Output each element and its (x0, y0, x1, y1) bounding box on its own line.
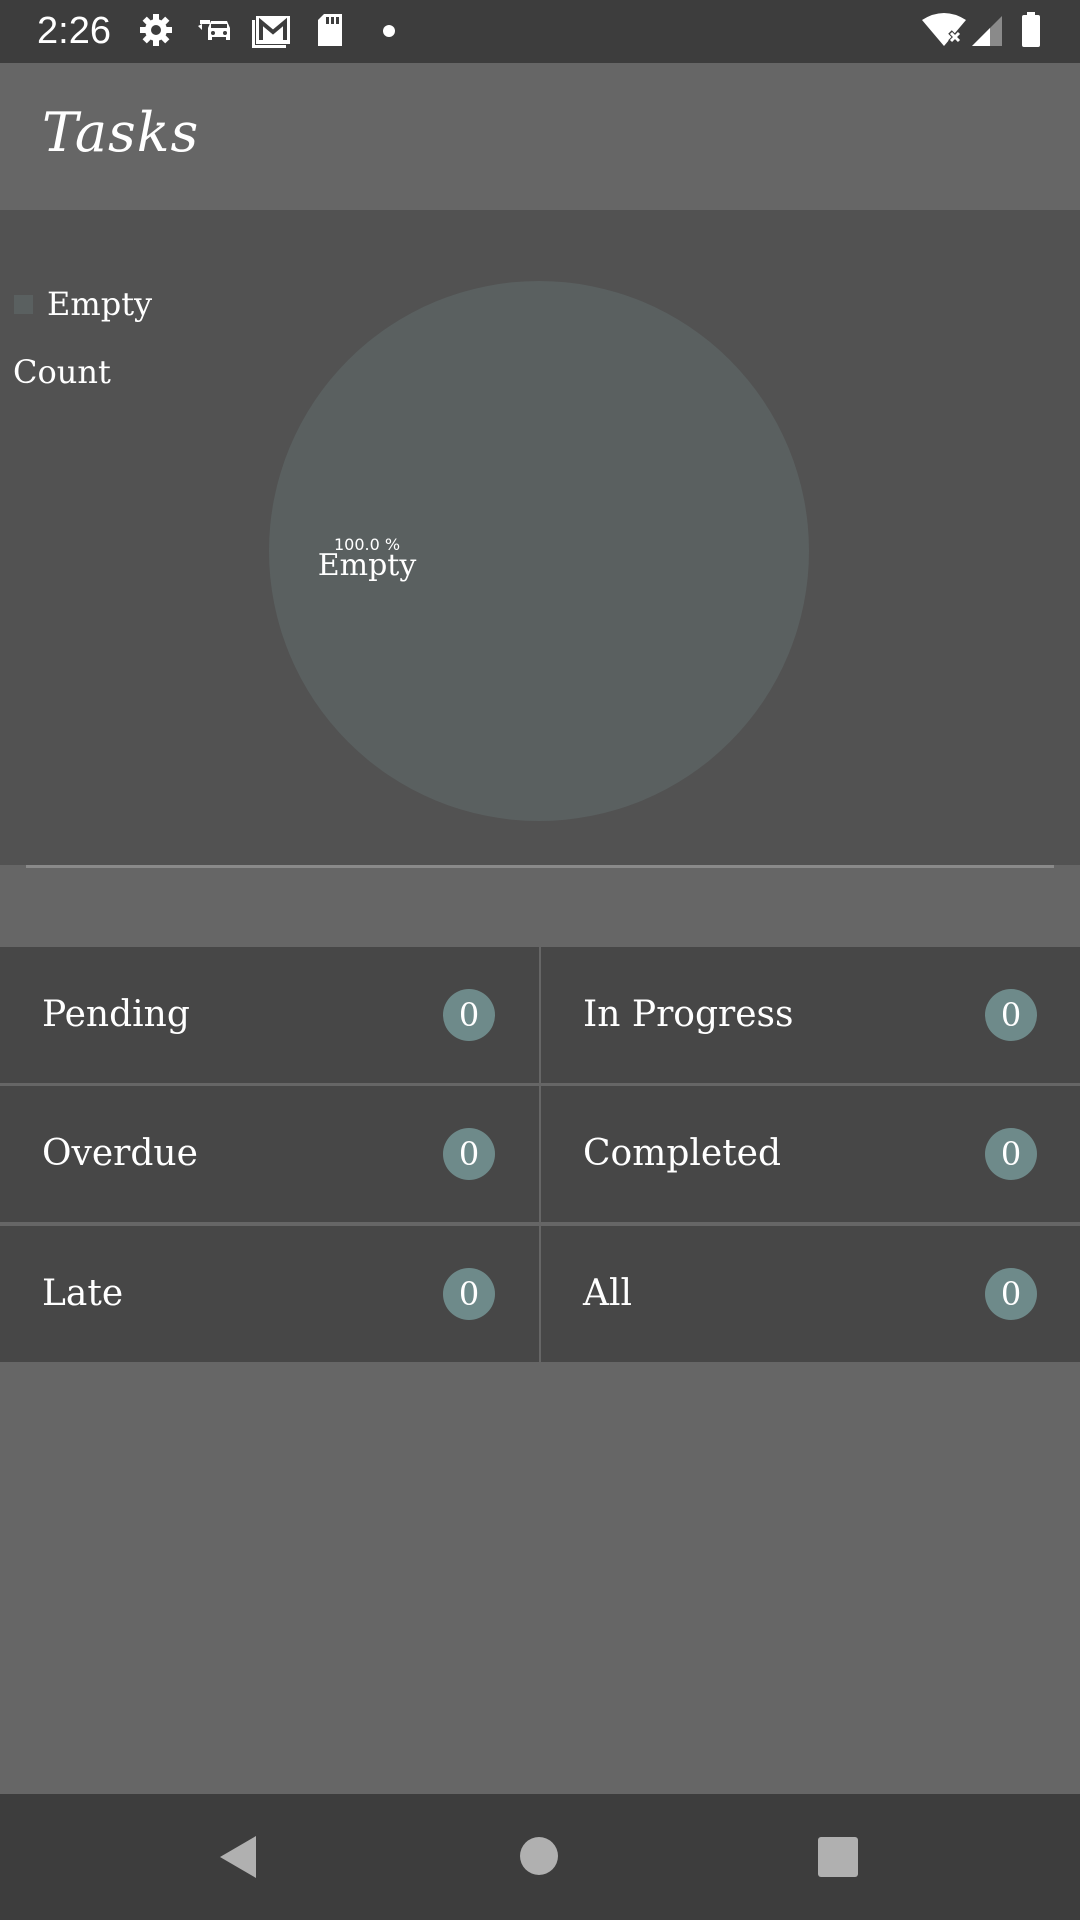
app-bar: Tasks (0, 63, 1080, 210)
home-icon[interactable] (519, 1836, 559, 1876)
settings-icon (140, 14, 172, 46)
status-bar: 2:26 (0, 0, 1080, 63)
tile-label: Completed (583, 1133, 782, 1174)
gmail-icon (252, 16, 290, 48)
wifi-off-icon (922, 13, 966, 46)
nav-bar (0, 1794, 1080, 1920)
tile-all[interactable]: All 0 (541, 1226, 1080, 1362)
dot-icon (383, 25, 395, 37)
status-time: 2:26 (37, 10, 111, 52)
app-title: Tasks (42, 101, 200, 164)
chart-panel: Empty Count 100.0 % Empty (0, 210, 1080, 868)
tile-completed[interactable]: Completed 0 (541, 1086, 1080, 1222)
tile-label: Overdue (42, 1133, 198, 1174)
signal-icon (972, 16, 1002, 46)
tile-label: Pending (42, 994, 190, 1035)
count-badge: 0 (985, 1128, 1037, 1180)
screen: 2:26 Tasks Empty Count 100.0 % Empty Pen… (0, 0, 1080, 1920)
tile-late[interactable]: Late 0 (0, 1226, 539, 1362)
recents-icon[interactable] (817, 1836, 859, 1878)
count-badge: 0 (443, 989, 495, 1041)
tile-label: Late (42, 1273, 124, 1314)
count-badge: 0 (443, 1128, 495, 1180)
count-badge: 0 (985, 1268, 1037, 1320)
chart-divider (26, 865, 1054, 868)
car-sync-icon (198, 20, 230, 40)
tile-in-progress[interactable]: In Progress 0 (541, 947, 1080, 1083)
tile-label: All (583, 1273, 633, 1314)
pie-slice-name-label: Empty (318, 548, 417, 583)
sd-card-icon (318, 14, 342, 46)
battery-icon (1022, 12, 1040, 47)
tile-label: In Progress (583, 994, 794, 1035)
status-grid: Pending 0 In Progress 0 Overdue 0 Comple… (0, 947, 1080, 1365)
tile-overdue[interactable]: Overdue 0 (0, 1086, 539, 1222)
tile-pending[interactable]: Pending 0 (0, 947, 539, 1083)
count-badge: 0 (985, 989, 1037, 1041)
pie-chart[interactable]: 100.0 % Empty (0, 210, 1080, 865)
count-badge: 0 (443, 1268, 495, 1320)
back-icon[interactable] (218, 1834, 258, 1880)
